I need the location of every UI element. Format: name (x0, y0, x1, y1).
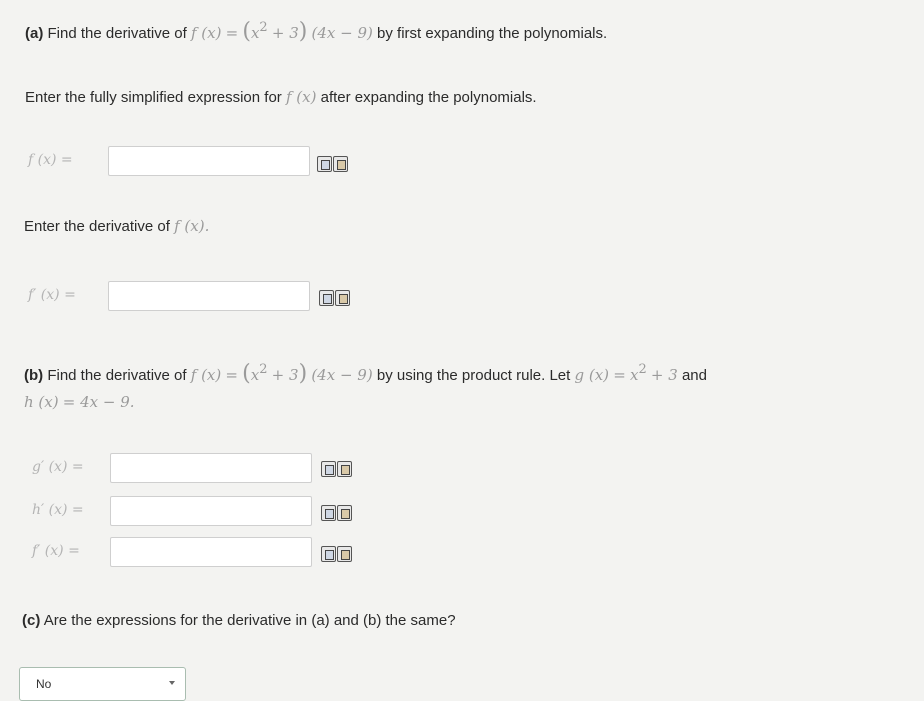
help-icon[interactable] (337, 461, 352, 477)
hprime-label: h′ (x) = (32, 502, 84, 518)
part-a-label: (a) (25, 25, 44, 42)
help-icon[interactable] (335, 290, 350, 306)
part-a-close-paren: ) (298, 19, 308, 44)
part-b-close-paren: ) (298, 361, 308, 386)
help-icon[interactable] (337, 546, 352, 562)
part-b-x: x (250, 366, 260, 384)
part-c-question: (c) Are the expressions for the derivati… (22, 611, 456, 631)
f-expanded-input[interactable] (108, 146, 310, 176)
part-b-g-of-x: g (x) (574, 366, 610, 384)
part-b-label: (b) (24, 367, 44, 384)
part-b-f-of-x: f (x) (190, 366, 222, 384)
gprime-input[interactable] (110, 453, 312, 483)
part-b-h-of-x: h (x) (24, 393, 59, 411)
fprime-b-label: f′ (x) = (32, 543, 80, 559)
part-b-text-2: by using the product rule. Let (376, 367, 571, 384)
instruction-2-text: Enter the derivative of (24, 218, 170, 235)
fprime-a-label: f′ (x) = (28, 287, 76, 303)
part-a-exp: 2 (259, 20, 268, 35)
part-a-factor2: (4x − 9) (311, 24, 373, 42)
same-derivative-select[interactable]: No (19, 667, 186, 701)
part-a-text-2: by first expanding the polynomials. (377, 25, 608, 42)
gprime-label: g′ (x) = (32, 459, 84, 475)
part-b-plus3: + 3 (271, 366, 299, 384)
instruction-1-text: Enter the fully simplified expression fo… (25, 89, 282, 106)
part-b-h-def: = 4x − 9. (62, 393, 135, 411)
part-b-factor2: (4x − 9) (311, 366, 373, 384)
part-b-exp: 2 (259, 362, 268, 377)
equation-editor-icon[interactable] (321, 505, 336, 521)
part-a-open-paren: ( (242, 19, 251, 44)
chevron-down-icon (169, 681, 175, 685)
part-a-eq: = (225, 24, 239, 42)
part-b-g-eq: = (613, 366, 626, 384)
part-b-text-3: and (681, 367, 707, 384)
part-a-text-1: Find the derivative of (47, 25, 187, 42)
part-b-eq: = (225, 366, 238, 384)
part-b-open-paren: ( (242, 361, 251, 386)
part-a-plus3: + 3 (271, 24, 299, 42)
part-a-instruction-1: Enter the fully simplified expression fo… (25, 87, 537, 108)
select-value: No (36, 677, 52, 691)
part-b-heading: (b) Find the derivative of f (x) = (x2 +… (24, 361, 707, 387)
equation-editor-icon[interactable] (319, 290, 334, 306)
part-b-h-definition: h (x) = 4x − 9. (24, 392, 135, 413)
part-a-heading: (a) Find the derivative of f (x) = (x2 +… (25, 19, 608, 45)
instruction-1-end: after expanding the polynomials. (320, 89, 537, 106)
fprime-b-input[interactable] (110, 537, 312, 567)
equation-editor-icon[interactable] (321, 461, 336, 477)
equation-editor-icon[interactable] (317, 156, 332, 172)
equation-editor-icon[interactable] (321, 546, 336, 562)
help-icon[interactable] (337, 505, 352, 521)
instruction-2-period: . (204, 217, 210, 235)
hprime-input[interactable] (110, 496, 312, 526)
part-b-text-1: Find the derivative of (47, 367, 187, 384)
help-icon[interactable] (333, 156, 348, 172)
part-b-g-plus3: + 3 (650, 366, 678, 384)
part-c-text: Are the expressions for the derivative i… (43, 612, 456, 629)
instruction-2-f-of-x: f (x) (174, 217, 205, 235)
f-label: f (x) = (28, 152, 73, 168)
part-a-instruction-2: Enter the derivative of f (x). (24, 216, 209, 237)
instruction-1-f-of-x: f (x) (285, 88, 317, 106)
part-a-f-of-x: f (x) (190, 24, 222, 42)
part-b-g-exp: 2 (638, 362, 647, 377)
fprime-a-input[interactable] (108, 281, 310, 311)
part-c-label: (c) (22, 612, 41, 629)
